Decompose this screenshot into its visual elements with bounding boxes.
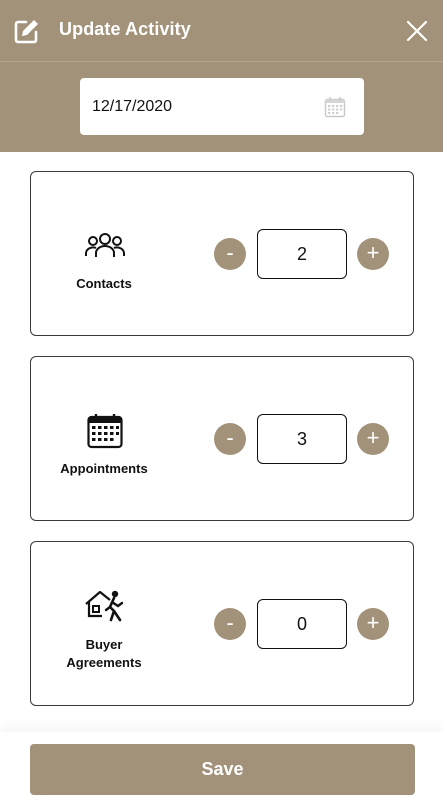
edit-icon bbox=[14, 20, 38, 44]
activity-card-contacts: Contacts - 2 + bbox=[30, 171, 414, 336]
page-title: Update Activity bbox=[59, 19, 191, 39]
date-value: 12/17/2020 bbox=[92, 98, 173, 115]
activity-label-line1: Buyer bbox=[85, 637, 123, 652]
close-icon[interactable] bbox=[405, 19, 429, 43]
increment-button[interactable]: + bbox=[357, 238, 389, 270]
decrement-button[interactable]: - bbox=[214, 423, 246, 455]
date-band: 12/17/2020 bbox=[0, 62, 443, 152]
activity-label-line2: Agreements bbox=[66, 655, 142, 670]
activity-card-appointments: Appointments - 3 + bbox=[30, 356, 414, 521]
quantity-value[interactable]: 3 bbox=[257, 414, 347, 464]
increment-button[interactable]: + bbox=[357, 423, 389, 455]
calendar-icon[interactable] bbox=[324, 96, 346, 118]
decrement-button[interactable]: - bbox=[214, 608, 246, 640]
calendar-icon bbox=[87, 414, 123, 449]
save-button[interactable]: Save bbox=[30, 744, 415, 795]
quantity-value[interactable]: 2 bbox=[257, 229, 347, 279]
activity-label: Contacts bbox=[76, 276, 132, 291]
date-field[interactable]: 12/17/2020 bbox=[80, 78, 364, 135]
buyer-house-icon bbox=[85, 590, 124, 622]
header: Update Activity bbox=[0, 0, 443, 62]
footer: Save bbox=[0, 732, 443, 800]
activity-label: Appointments bbox=[60, 461, 148, 476]
decrement-button[interactable]: - bbox=[214, 238, 246, 270]
activity-card-buyer-agreements: Buyer Agreements - 0 + bbox=[30, 541, 414, 706]
people-icon bbox=[85, 233, 125, 257]
quantity-value[interactable]: 0 bbox=[257, 599, 347, 649]
increment-button[interactable]: + bbox=[357, 608, 389, 640]
